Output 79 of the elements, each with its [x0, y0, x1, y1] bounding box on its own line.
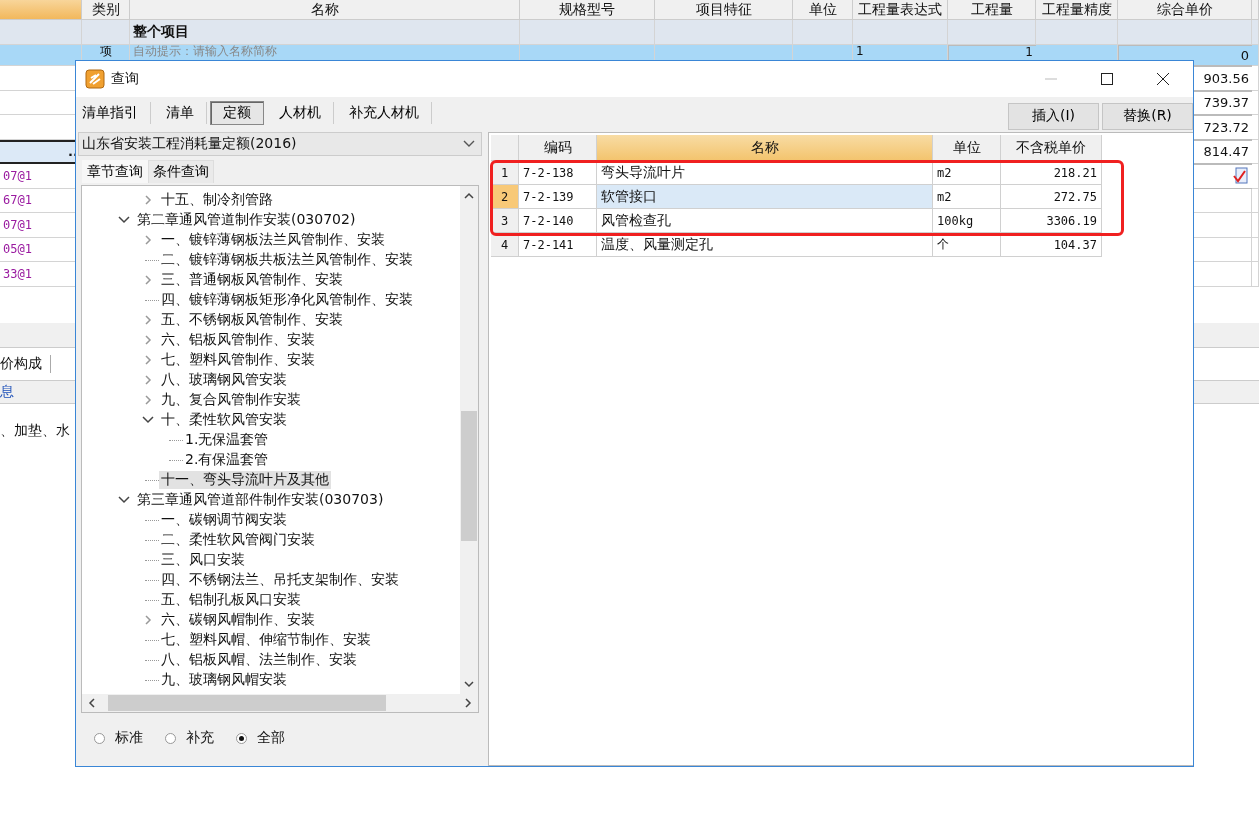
table-cell: 7-2-140: [519, 209, 597, 233]
row-number: 2: [491, 185, 519, 209]
tree-item[interactable]: 八、铝板风帽、法兰制作、安装: [159, 651, 359, 669]
table-cell[interactable]: 软管接口: [597, 185, 933, 209]
window-title: 查询: [111, 70, 139, 88]
tree-item[interactable]: 一、碳钢调节阀安装: [159, 511, 289, 529]
tree-item[interactable]: 九、玻璃钢风帽安装: [159, 671, 289, 689]
tab[interactable]: 清单指引: [76, 102, 151, 124]
chevron-right-icon[interactable]: [464, 698, 472, 708]
detail-text: 、加垫、水: [0, 421, 70, 438]
tree-item[interactable]: 八、玻璃钢风管安装: [159, 371, 289, 389]
table-cell: m2: [933, 185, 1001, 209]
table-cell: 100kg: [933, 209, 1001, 233]
app-icon: [85, 69, 105, 89]
tab[interactable]: 补充人材机: [337, 102, 432, 124]
table-cell[interactable]: 风管检查孔: [597, 209, 933, 233]
horizontal-scrollbar[interactable]: [82, 694, 478, 712]
header-corner: [491, 135, 519, 161]
tree-item[interactable]: 一、镀锌薄钢板法兰风管制作、安装: [159, 231, 387, 249]
scrollbar-thumb[interactable]: [108, 695, 386, 711]
tree-item[interactable]: 2.有保温套管: [183, 451, 271, 469]
tree-item[interactable]: 第二章通风管道制作安装(030702): [135, 211, 358, 229]
action-button[interactable]: 插入(I): [1008, 102, 1099, 130]
chevron-down-icon: [463, 140, 475, 148]
column-header[interactable]: 不含税单价: [1001, 135, 1102, 161]
chevron-down-icon[interactable]: [464, 680, 474, 688]
scrollbar-thumb[interactable]: [461, 411, 477, 541]
chevron-down-icon[interactable]: [142, 415, 154, 425]
tree-item[interactable]: 四、不锈钢法兰、吊托支架制作、安装: [159, 571, 401, 589]
table-cell: 272.75: [1001, 185, 1102, 209]
table-cell: m2: [933, 161, 1001, 185]
chevron-up-icon[interactable]: [464, 192, 474, 200]
tree-item[interactable]: 五、不锈钢板风管制作、安装: [159, 311, 345, 329]
tree-item[interactable]: 三、风口安装: [159, 551, 247, 569]
vertical-scrollbar[interactable]: [460, 186, 478, 694]
table-cell: 104.37: [1001, 233, 1102, 257]
tree-item[interactable]: 七、塑料风帽、伸缩节制作、安装: [159, 631, 373, 649]
chevron-down-icon[interactable]: [118, 495, 130, 505]
tree-item[interactable]: 二、镀锌薄钢板共板法兰风管制作、安装: [159, 251, 415, 269]
action-button[interactable]: 替换(R): [1102, 102, 1193, 130]
table-cell: 个: [933, 233, 1001, 257]
tab[interactable]: 条件查询: [148, 160, 214, 183]
radio-button[interactable]: 标准: [94, 729, 143, 747]
tree-item[interactable]: 三、普通钢板风管制作、安装: [159, 271, 345, 289]
tree-item[interactable]: 四、镀锌薄钢板矩形净化风管制作、安装: [159, 291, 415, 309]
tree-item[interactable]: 六、铝板风管制作、安装: [159, 331, 317, 349]
table-cell[interactable]: 温度、风量测定孔: [597, 233, 933, 257]
row-number: 3: [491, 209, 519, 233]
tab[interactable]: 定额: [210, 101, 264, 125]
tree-item[interactable]: 九、复合风管制作安装: [159, 391, 303, 409]
tree-item[interactable]: 十、柔性软风管安装: [159, 411, 289, 429]
column-header[interactable]: 名称: [597, 135, 933, 161]
tree-item[interactable]: 二、柔性软风管阀门安装: [159, 531, 317, 549]
tab[interactable]: 价构成: [0, 354, 51, 373]
table-cell: 218.21: [1001, 161, 1102, 185]
column-header[interactable]: 单位: [933, 135, 1001, 161]
chevron-left-icon[interactable]: [88, 698, 96, 708]
radio-button[interactable]: 补充: [165, 729, 214, 747]
chevron-down-icon[interactable]: [118, 215, 130, 225]
tree-item[interactable]: 十五、制冷剂管路: [159, 191, 275, 209]
tab[interactable]: 人材机: [267, 102, 334, 124]
tab[interactable]: 清单: [154, 102, 207, 124]
tree-item[interactable]: 六、碳钢风帽制作、安装: [159, 611, 317, 629]
tree-item[interactable]: 第三章通风管道部件制作安装(030703): [135, 491, 386, 509]
tree-item[interactable]: 十一、弯头导流叶片及其他: [159, 471, 331, 489]
column-header[interactable]: 编码: [519, 135, 597, 161]
maximize-icon[interactable]: [1099, 71, 1115, 87]
close-icon[interactable]: [1155, 71, 1171, 87]
tab[interactable]: 章节查询: [82, 160, 148, 183]
table-cell: 7-2-138: [519, 161, 597, 185]
tree-item[interactable]: 五、铝制孔板风口安装: [159, 591, 303, 609]
tab[interactable]: 息: [0, 382, 14, 401]
radio-button[interactable]: 全部: [236, 729, 285, 747]
table-cell: 7-2-141: [519, 233, 597, 257]
tree-item[interactable]: 1.无保温套管: [183, 431, 271, 449]
tree-item[interactable]: 七、塑料风管制作、安装: [159, 351, 317, 369]
checklist-icon[interactable]: [1233, 167, 1249, 186]
library-dropdown[interactable]: 山东省安装工程消耗量定额(2016): [78, 132, 482, 156]
table-cell: 3306.19: [1001, 209, 1102, 233]
